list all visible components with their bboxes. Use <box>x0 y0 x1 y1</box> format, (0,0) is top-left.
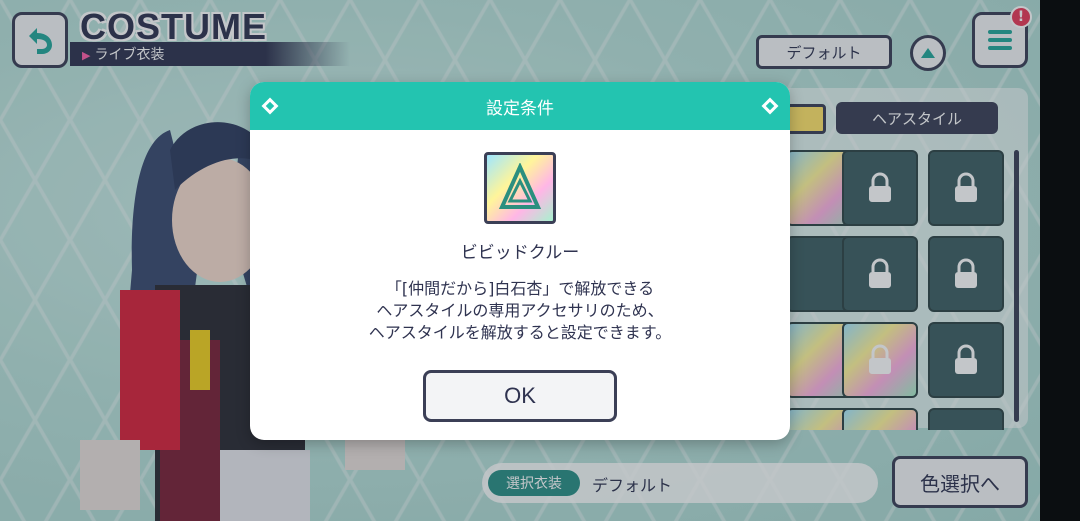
description-line: 「[仲間だから]白石杏」で解放できる <box>385 279 655 298</box>
crew-logo-icon <box>498 163 542 209</box>
description-line: ヘアスタイルの専用アクセサリのため、 <box>376 301 664 320</box>
dialog-description: 「[仲間だから]白石杏」で解放できる ヘアスタイルの専用アクセサリのため、 ヘア… <box>250 278 790 344</box>
dialog-title: 設定条件 <box>486 98 554 119</box>
ok-button[interactable]: OK <box>423 370 617 422</box>
item-icon <box>484 152 556 224</box>
diamond-decoration-icon <box>261 97 279 115</box>
unlock-condition-dialog: 設定条件 ビビッドクルー 「[仲間だから]白石杏」で解放できる ヘアスタイルの専… <box>250 82 790 440</box>
diamond-decoration-icon <box>761 97 779 115</box>
description-line: ヘアスタイルを解放すると設定できます。 <box>368 323 672 342</box>
item-name: ビビッドクルー <box>460 243 580 263</box>
dialog-header: 設定条件 <box>250 82 790 130</box>
